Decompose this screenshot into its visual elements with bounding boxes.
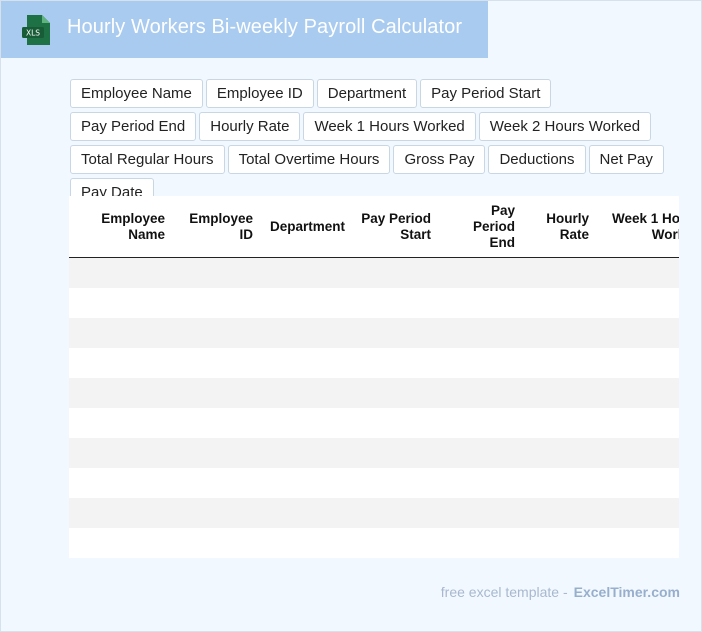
field-chip-total-regular-hours[interactable]: Total Regular Hours [70, 145, 225, 174]
column-header-department[interactable]: Department [263, 196, 345, 258]
field-chip-pay-period-start[interactable]: Pay Period Start [420, 79, 552, 108]
payroll-table: Employee Name Employee ID Department Pay… [69, 196, 679, 558]
field-chip-gross-pay[interactable]: Gross Pay [393, 145, 486, 174]
table-row[interactable] [69, 348, 679, 378]
column-header-pay-period-end[interactable]: Pay Period End [465, 196, 515, 258]
column-header-hourly-rate[interactable]: Hourly Rate [535, 196, 589, 258]
footer-brand-link[interactable]: ExcelTimer.com [574, 584, 680, 600]
xls-icon-text: XLS [26, 29, 40, 38]
column-header-employee-id[interactable]: Employee ID [177, 196, 253, 258]
table-row[interactable] [69, 288, 679, 318]
table-row[interactable] [69, 528, 679, 558]
column-header-week-1-hours[interactable]: Week 1 Hours Worked [601, 196, 679, 258]
field-chip-total-overtime-hours[interactable]: Total Overtime Hours [227, 145, 391, 174]
field-chip-week-2-hours[interactable]: Week 2 Hours Worked [478, 112, 652, 141]
table-row[interactable] [69, 468, 679, 498]
app-header: XLS Hourly Workers Bi-weekly Payroll Cal… [1, 1, 488, 58]
table-row[interactable] [69, 318, 679, 348]
field-chip-hourly-rate[interactable]: Hourly Rate [199, 112, 301, 141]
field-chip-net-pay[interactable]: Net Pay [588, 145, 664, 174]
table-body [69, 258, 679, 558]
table-row[interactable] [69, 438, 679, 468]
table-row[interactable] [69, 408, 679, 438]
table-header: Employee Name Employee ID Department Pay… [69, 196, 679, 258]
field-chip-deductions[interactable]: Deductions [488, 145, 586, 174]
field-chip-week-1-hours[interactable]: Week 1 Hours Worked [303, 112, 476, 141]
table-row[interactable] [69, 498, 679, 528]
xls-file-icon: XLS [22, 15, 50, 45]
page-title: Hourly Workers Bi-weekly Payroll Calcula… [67, 16, 463, 38]
footer-credit: free excel template - ExcelTimer.com [441, 584, 680, 600]
field-chip-employee-name[interactable]: Employee Name [70, 79, 203, 108]
table-row[interactable] [69, 378, 679, 408]
field-chip-list: Employee Name Employee ID Department Pay… [70, 79, 680, 207]
column-header-pay-period-start[interactable]: Pay Period Start [353, 196, 431, 258]
table-row[interactable] [69, 258, 679, 288]
column-header-employee-name[interactable]: Employee Name [81, 196, 165, 258]
footer-text: free excel template - [440, 584, 568, 600]
field-chip-pay-period-end[interactable]: Pay Period End [70, 112, 197, 141]
field-chip-employee-id[interactable]: Employee ID [205, 79, 314, 108]
field-chip-department[interactable]: Department [316, 79, 418, 108]
